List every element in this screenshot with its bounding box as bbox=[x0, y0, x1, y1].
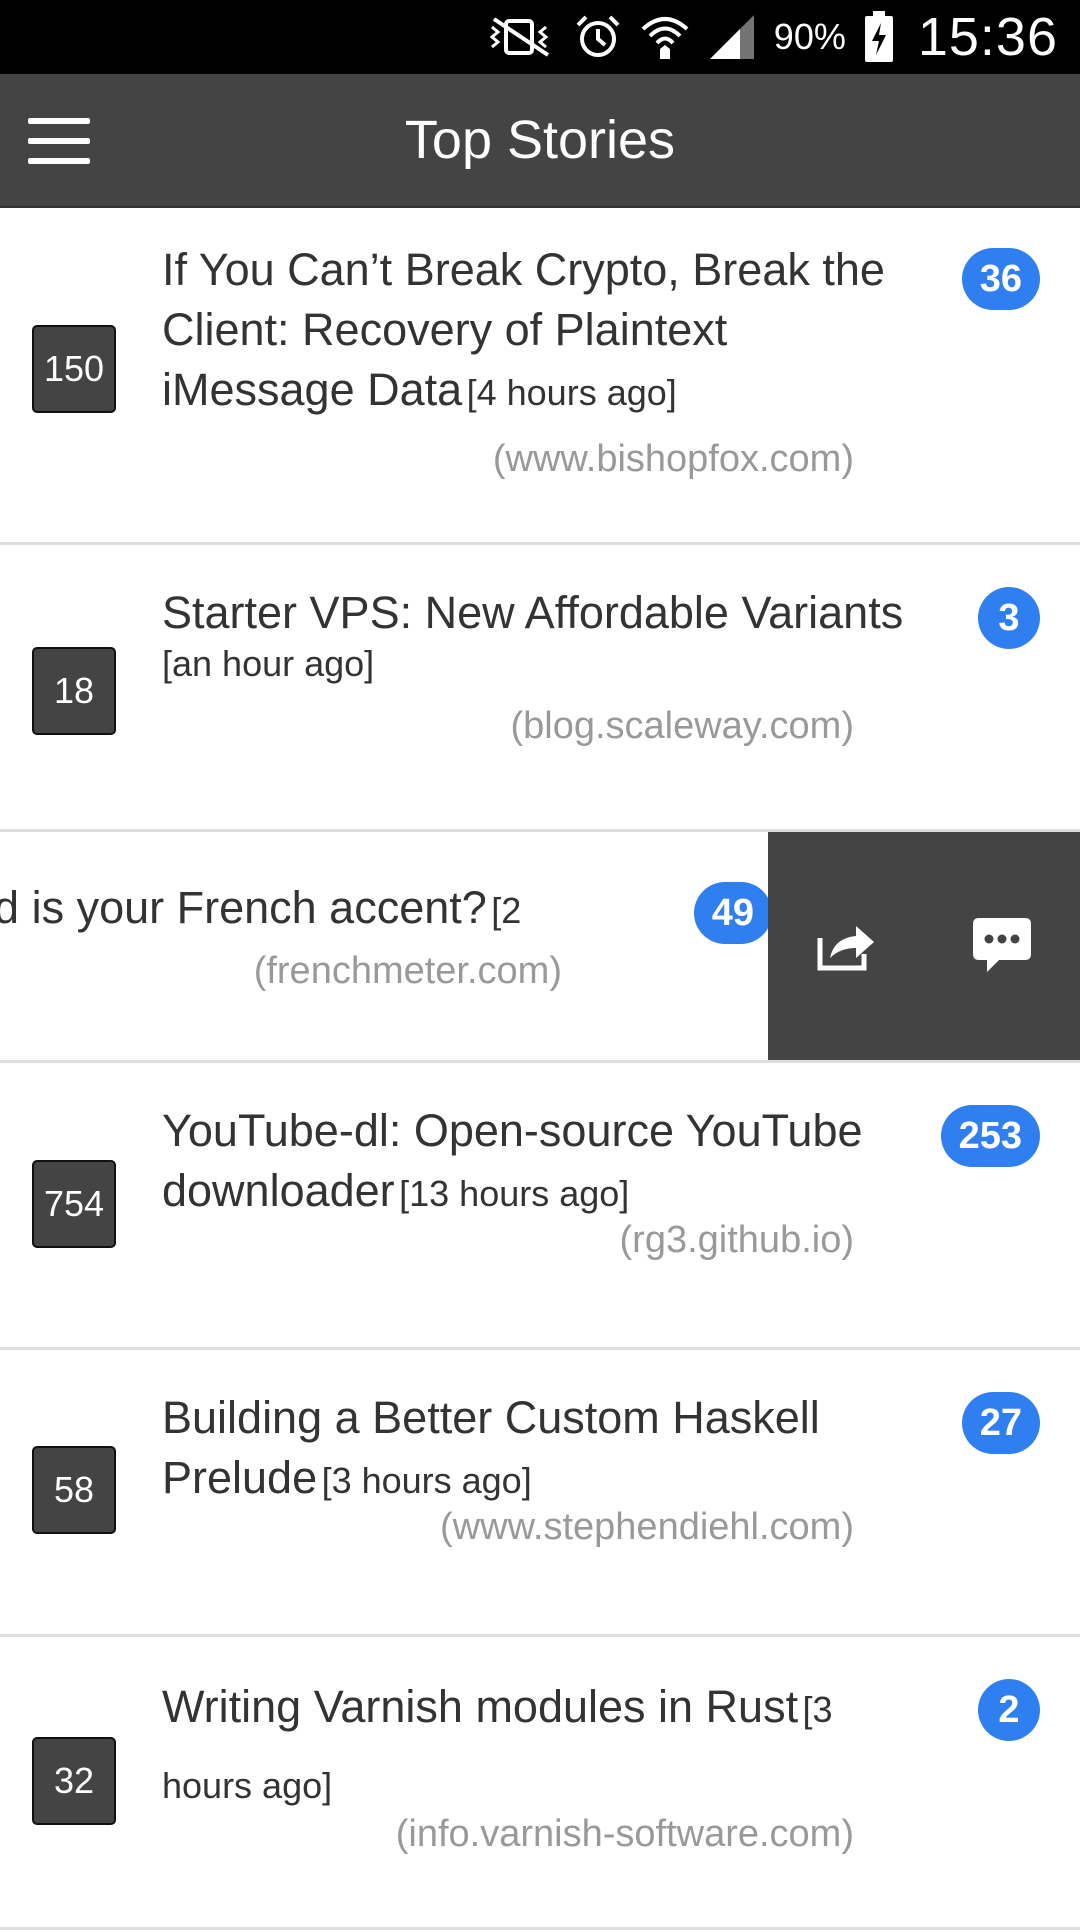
story-row[interactable]: 32 Writing Varnish modules in Rust [3 ho… bbox=[0, 1637, 1080, 1930]
swipe-actions bbox=[768, 832, 1080, 1060]
hamburger-menu-icon[interactable] bbox=[28, 118, 90, 164]
story-title[interactable]: Starter VPS: New Affordable Variants bbox=[162, 587, 903, 638]
story-text[interactable]: Writing Varnish modules in Rust [3 hours… bbox=[162, 1673, 920, 1828]
story-text[interactable]: Starter VPS: New Affordable Variants [an… bbox=[162, 583, 920, 685]
story-domain: (rg3.github.io) bbox=[619, 1219, 854, 1261]
mute-vibrate-icon bbox=[486, 7, 556, 67]
signal-icon bbox=[708, 7, 756, 67]
battery-percent: 90% bbox=[773, 16, 846, 57]
page-title: Top Stories bbox=[404, 110, 676, 170]
story-text[interactable]: Building a Better Custom Haskell Prelude… bbox=[162, 1388, 920, 1508]
swiped-story-content[interactable]: ood is your French accent? [2 o] (french… bbox=[0, 832, 862, 1060]
score-box: 18 bbox=[32, 647, 116, 735]
story-row[interactable]: 58 Building a Better Custom Haskell Prel… bbox=[0, 1350, 1080, 1637]
app-bar: Top Stories bbox=[0, 74, 1080, 208]
wifi-icon bbox=[640, 7, 690, 67]
clock: 15:36 bbox=[917, 7, 1058, 67]
battery-charging-icon bbox=[864, 7, 894, 67]
story-domain: (www.bishopfox.com) bbox=[492, 438, 854, 480]
story-time: [an hour ago] bbox=[162, 643, 375, 684]
comment-bubble-icon[interactable] bbox=[952, 896, 1052, 996]
story-domain: (frenchmeter.com) bbox=[253, 950, 562, 992]
story-time: [2 bbox=[491, 890, 522, 931]
comment-count-badge[interactable]: 253 bbox=[940, 1105, 1040, 1167]
story-domain: (blog.scaleway.com) bbox=[510, 705, 854, 747]
story-text[interactable]: ood is your French accent? [2 bbox=[0, 878, 544, 938]
score-box: 754 bbox=[32, 1160, 116, 1248]
story-time: [3 hours ago] bbox=[321, 1460, 532, 1501]
story-domain: (www.stephendiehl.com) bbox=[440, 1506, 854, 1548]
story-text[interactable]: If You Can’t Break Crypto, Break the Cli… bbox=[162, 240, 920, 420]
score-box: 58 bbox=[32, 1446, 116, 1534]
status-bar: 90% 15:36 bbox=[0, 0, 1080, 74]
story-time: [13 hours ago] bbox=[399, 1173, 630, 1214]
story-title[interactable]: ood is your French accent? bbox=[0, 882, 487, 933]
story-row-swiped[interactable]: ood is your French accent? [2 o] (french… bbox=[0, 832, 1080, 1063]
score-box: 150 bbox=[32, 325, 116, 413]
alarm-icon bbox=[574, 7, 622, 67]
story-row[interactable]: 18 Starter VPS: New Affordable Variants … bbox=[0, 545, 1080, 832]
story-time: [4 hours ago] bbox=[466, 372, 677, 413]
story-domain: (info.varnish-software.com) bbox=[395, 1813, 854, 1855]
score-box: 32 bbox=[32, 1737, 116, 1825]
comment-count-badge[interactable]: 49 bbox=[693, 882, 772, 944]
comment-count-badge[interactable]: 2 bbox=[978, 1679, 1040, 1741]
story-text[interactable]: YouTube-dl: Open-source YouTube download… bbox=[162, 1101, 920, 1221]
story-list: 150 If You Can’t Break Crypto, Break the… bbox=[0, 208, 1080, 1930]
comment-count-badge[interactable]: 3 bbox=[978, 587, 1040, 649]
comment-count-badge[interactable]: 27 bbox=[961, 1392, 1040, 1454]
story-title[interactable]: Writing Varnish modules in Rust bbox=[162, 1681, 798, 1732]
share-icon[interactable] bbox=[796, 896, 896, 996]
story-row[interactable]: 150 If You Can’t Break Crypto, Break the… bbox=[0, 208, 1080, 545]
story-row[interactable]: 754 YouTube-dl: Open-source YouTube down… bbox=[0, 1063, 1080, 1350]
comment-count-badge[interactable]: 36 bbox=[961, 248, 1040, 310]
